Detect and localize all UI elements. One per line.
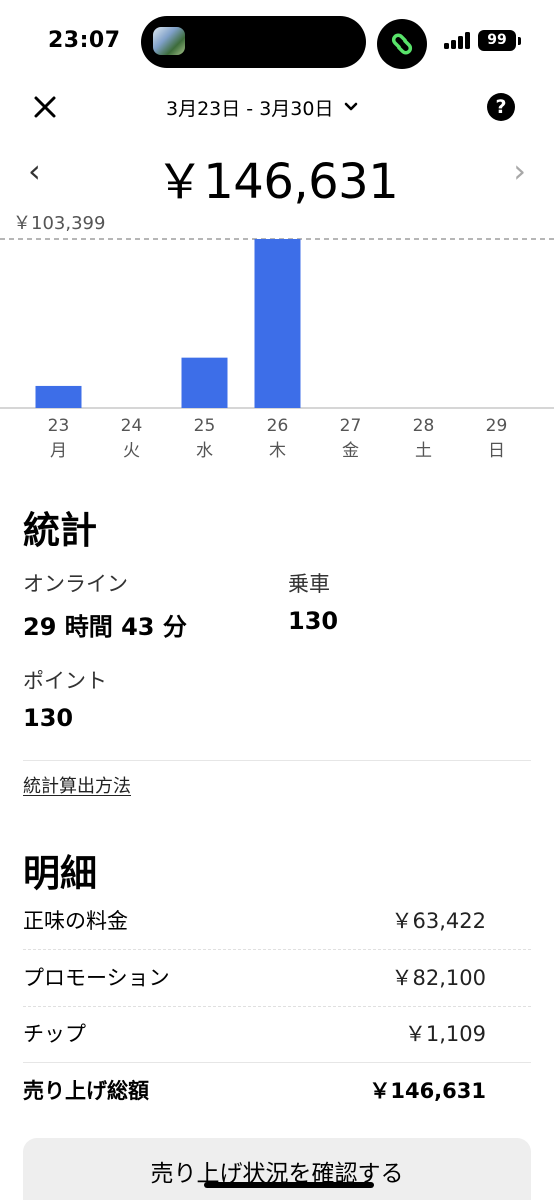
breakdown-row-net-fare: 正味の料金 ￥63,422 bbox=[23, 905, 486, 935]
earnings-bar-chart: ￥103,399 23 月 24 火 25 水 26 木 27 金 28 土 29 日 bbox=[0, 213, 554, 461]
linked-rings-app-icon[interactable] bbox=[377, 19, 427, 69]
x-tick-date: 28 bbox=[413, 416, 435, 436]
breakdown-label: 正味の料金 bbox=[23, 909, 128, 933]
date-range-label: 3月23日 - 3月30日 bbox=[166, 97, 334, 120]
breakdown-amount: ￥82,100 bbox=[391, 966, 486, 990]
weekly-total-amount: ￥146,631 bbox=[155, 154, 399, 210]
rides-label: 乗車 bbox=[288, 572, 330, 596]
points-value: 130 bbox=[23, 704, 74, 732]
stats-title: 統計 bbox=[23, 509, 97, 552]
stats-divider bbox=[23, 760, 531, 761]
breakdown-row-promotion: プロモーション ￥82,100 bbox=[23, 962, 486, 992]
x-tick-weekday: 水 bbox=[196, 441, 213, 461]
x-tick-date: 25 bbox=[194, 416, 216, 436]
breakdown-row-total: 売り上げ総額 ￥146,631 bbox=[23, 1075, 486, 1105]
online-label: オンライン bbox=[23, 572, 128, 596]
dynamic-island[interactable] bbox=[141, 16, 366, 68]
x-tick-weekday: 月 bbox=[50, 441, 67, 461]
x-tick-date: 24 bbox=[121, 416, 143, 436]
help-icon[interactable]: ? bbox=[487, 93, 515, 121]
x-tick-weekday: 土 bbox=[415, 441, 432, 461]
x-tick-weekday: 木 bbox=[269, 441, 286, 461]
max-value-label: ￥103,399 bbox=[13, 213, 105, 234]
battery-tip bbox=[518, 37, 521, 45]
status-time: 23:07 bbox=[48, 28, 121, 53]
x-tick-date: 26 bbox=[267, 416, 289, 436]
x-tick-date: 23 bbox=[48, 416, 70, 436]
breakdown-total-label: 売り上げ総額 bbox=[23, 1079, 149, 1103]
rides-value: 130 bbox=[288, 607, 339, 635]
bar-day-23 bbox=[35, 385, 82, 408]
cellular-signal-icon bbox=[444, 31, 472, 49]
home-indicator[interactable] bbox=[204, 1182, 374, 1188]
bar-day-25 bbox=[181, 357, 228, 408]
online-value: 29 時間 43 分 bbox=[23, 613, 187, 641]
breakdown-label: プロモーション bbox=[23, 966, 170, 990]
total-divider bbox=[23, 1062, 531, 1063]
x-tick-date: 27 bbox=[340, 416, 362, 436]
bar-day-26 bbox=[254, 239, 301, 408]
breakdown-title: 明細 bbox=[23, 852, 97, 895]
breakdown-amount: ￥1,109 bbox=[404, 1022, 486, 1046]
breakdown-label: チップ bbox=[23, 1022, 86, 1046]
battery-icon: 99 bbox=[478, 30, 516, 51]
x-tick-weekday: 金 bbox=[342, 441, 359, 461]
x-tick-weekday: 火 bbox=[123, 441, 140, 461]
row-divider bbox=[23, 1006, 531, 1007]
date-range-selector[interactable]: 3月23日 - 3月30日 bbox=[166, 92, 359, 122]
points-label: ポイント bbox=[23, 669, 107, 693]
breakdown-amount: ￥63,422 bbox=[391, 909, 486, 933]
island-thumbnail-icon bbox=[153, 27, 185, 55]
breakdown-row-tip: チップ ￥1,109 bbox=[23, 1018, 486, 1048]
close-icon[interactable] bbox=[30, 92, 60, 122]
next-week-button[interactable]: › bbox=[513, 152, 526, 190]
row-divider bbox=[23, 949, 531, 950]
chevron-down-icon bbox=[345, 102, 358, 111]
breakdown-total-amount: ￥146,631 bbox=[369, 1079, 486, 1103]
x-tick-date: 29 bbox=[486, 416, 508, 436]
status-bar: 23:07 99 bbox=[0, 0, 554, 84]
x-tick-weekday: 日 bbox=[488, 441, 505, 461]
stats-method-link[interactable]: 統計算出方法 bbox=[23, 772, 131, 798]
check-earnings-button[interactable]: 売り上げ状況を確認する bbox=[23, 1138, 531, 1200]
